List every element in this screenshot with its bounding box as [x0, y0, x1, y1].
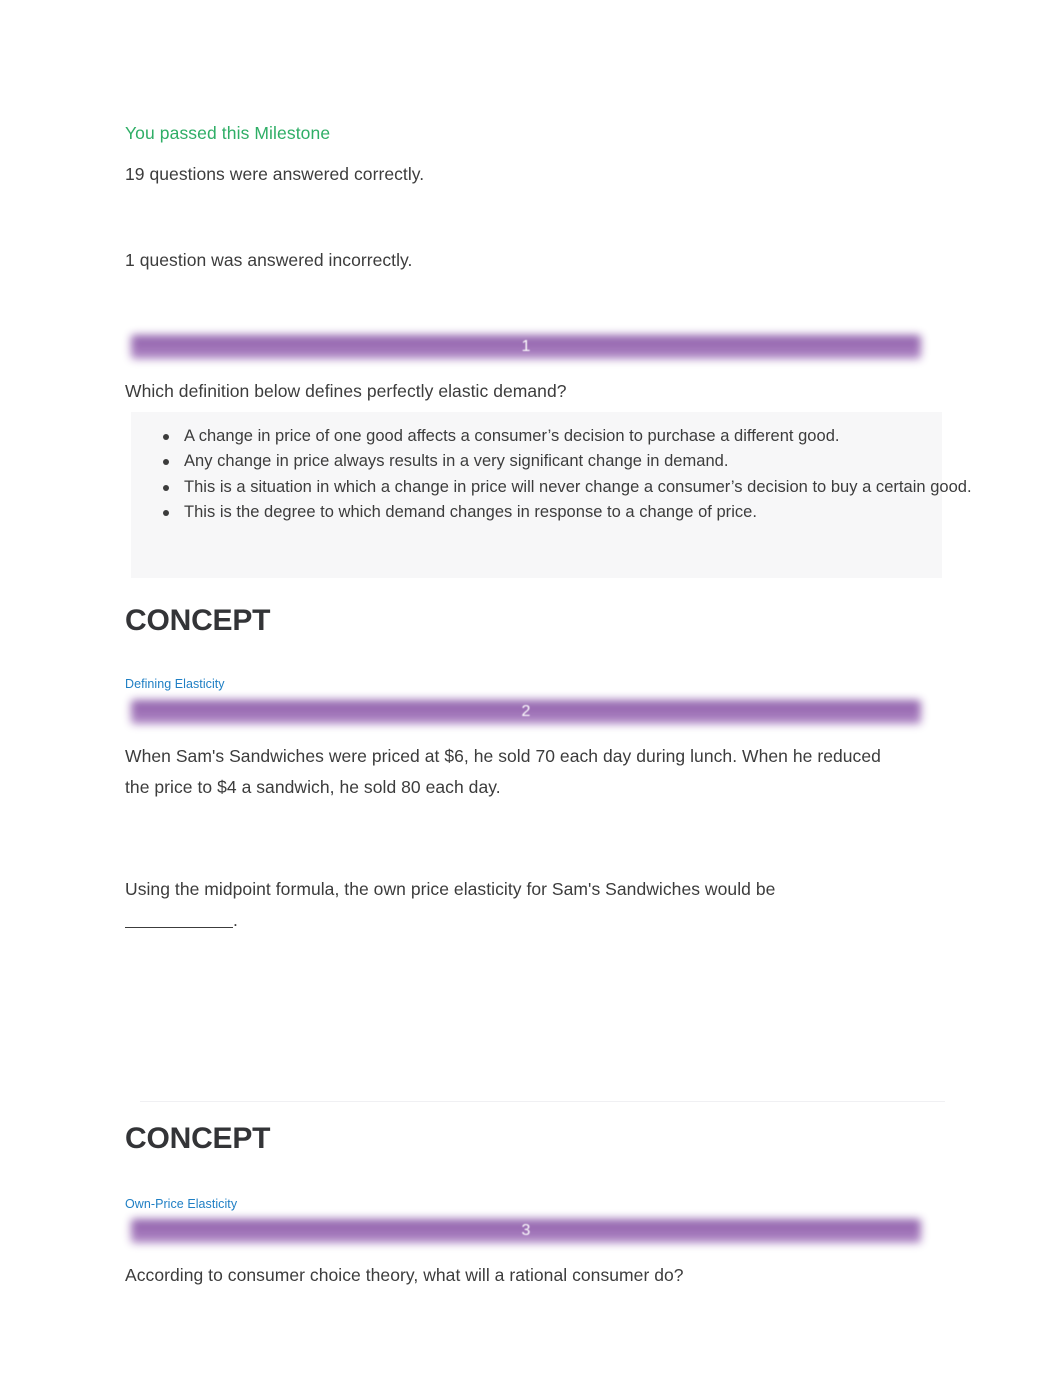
correct-count-text: 19 questions were answered correctly.	[125, 164, 425, 184]
answer-choice[interactable]: A change in price of one good affects a …	[163, 424, 984, 449]
incorrect-count-text: 1 question was answered incorrectly.	[125, 250, 413, 270]
question-number-3: 3	[521, 1222, 531, 1239]
question-prompt-2-part2: Using the midpoint formula, the own pric…	[125, 874, 935, 936]
sentence-period: .	[233, 910, 238, 930]
question-banner-2: 2	[123, 695, 929, 737]
concept-heading-2: CONCEPT	[125, 1122, 271, 1155]
question-prompt-1: Which definition below defines perfectly…	[125, 381, 567, 401]
question-prompt-2-part1: When Sam's Sandwiches were priced at $6,…	[125, 746, 881, 797]
question-banner-3: 3	[123, 1214, 929, 1256]
question-banner-1: 1	[123, 330, 929, 372]
concept-heading-1: CONCEPT	[125, 604, 271, 637]
answer-choice[interactable]: This is the degree to which demand chang…	[163, 500, 984, 525]
answer-choice[interactable]: This is a situation in which a change in…	[163, 475, 984, 500]
midpoint-formula-text: Using the midpoint formula, the own pric…	[125, 879, 776, 899]
concept-link-defining-elasticity[interactable]: Defining Elasticity	[125, 677, 225, 691]
section-divider	[140, 1101, 945, 1102]
concept-link-own-price-elasticity[interactable]: Own-Price Elasticity	[125, 1197, 237, 1211]
answer-choices-list-1: A change in price of one good affects a …	[152, 424, 984, 526]
answer-blank-field[interactable]	[125, 910, 233, 928]
question-prompt-3: According to consumer choice theory, wha…	[125, 1265, 684, 1285]
milestone-results-page: You passed this Milestone 19 questions w…	[0, 0, 1062, 1377]
question-number-2: 2	[521, 703, 531, 720]
milestone-pass-status: You passed this Milestone	[125, 123, 331, 143]
answer-choice[interactable]: Any change in price always results in a …	[163, 449, 984, 474]
question-number-1: 1	[521, 338, 531, 355]
